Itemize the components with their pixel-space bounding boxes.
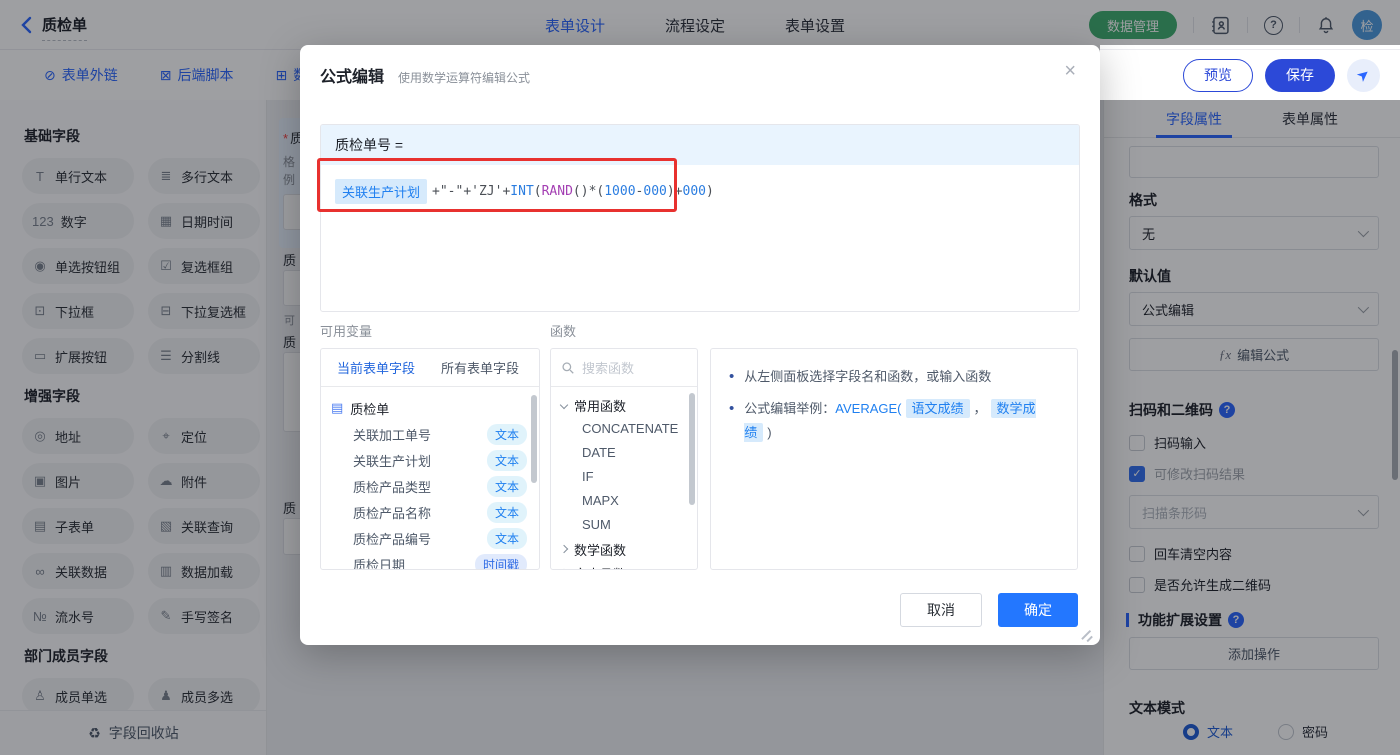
function-group[interactable]: 常用函数 — [559, 393, 691, 417]
variable-name: 关联生产计划 — [353, 453, 432, 469]
caret-icon — [559, 544, 569, 554]
function-group-label: 数学函数 — [574, 542, 627, 558]
formula-token: ()*( — [572, 184, 605, 199]
variables-section-label: 可用变量 — [320, 324, 373, 339]
variable-name: 质检产品编号 — [353, 531, 432, 547]
variables-panel: 当前表单字段 所有表单字段 ▤ 质检单 关联加工单号 文本 关联生产计划 文本 质检产品类型… — [320, 348, 540, 570]
formula-token: - — [635, 184, 644, 199]
hint-field-chip: 语文成绩 — [905, 399, 970, 418]
formula-editor-modal: 公式编辑 使用数学运算符编辑公式 × 质检单号 = 关联生产计划 + "-" + 'ZJ… — [300, 45, 1100, 645]
variable-name: 质检产品名称 — [353, 505, 432, 521]
modal-overlay — [1100, 100, 1400, 755]
variable-item[interactable]: 质检产品名称 文本 — [331, 499, 527, 525]
formula-token: 000 — [643, 184, 667, 199]
function-group-label: 常用函数 — [574, 398, 627, 414]
variable-type-badge: 文本 — [486, 423, 527, 445]
bullet-icon: • — [729, 368, 735, 385]
bullet-icon: • — [729, 400, 735, 417]
variable-tree-root[interactable]: ▤ 质检单 — [331, 395, 527, 421]
app-window: 质检单 表单设计 流程设定 表单设置 数据管理 ? 检 ⊘ 表单外链 ⊠ 后端脚… — [0, 0, 1400, 755]
variable-name: 关联加工单号 — [353, 427, 432, 443]
function-item[interactable]: CONCATENATE — [561, 417, 691, 441]
hint-function-text: AVERAGE( — [835, 401, 902, 416]
cancel-button[interactable]: 取消 — [900, 593, 982, 627]
functions-panel: 搜索函数 常用函数 CONCATENATEDATEIFMAPXSUM 数学函数文本函… — [550, 348, 698, 570]
search-icon — [561, 361, 575, 375]
variable-item[interactable]: 质检产品类型 文本 — [331, 473, 527, 499]
modal-title: 公式编辑 — [320, 69, 385, 86]
formula-expression: 关联生产计划 + "-" + 'ZJ' + INT(RAND ()*(1000-000)+ 00… — [335, 179, 1065, 204]
modal-subtitle: 使用数学运算符编辑公式 — [398, 71, 531, 85]
hint-line: • 从左侧面板选择字段名和函数，或输入函数 — [729, 365, 1059, 389]
hint-text: 公式编辑举例：AVERAGE(语文成绩，数学成绩) — [744, 397, 1059, 445]
formula-token: RAND — [541, 184, 573, 199]
formula-token: "-" — [439, 184, 464, 199]
variable-root-label: 质检单 — [350, 401, 390, 417]
function-item[interactable]: MAPX — [561, 489, 691, 513]
variable-type-badge: 文本 — [486, 475, 527, 497]
formula-token: ( — [533, 184, 542, 199]
variable-type-badge: 文本 — [486, 527, 527, 549]
formula-token: + — [463, 184, 472, 199]
formula-token: ) — [706, 184, 714, 199]
variable-type-badge: 时间戳 — [474, 553, 527, 569]
share-button[interactable]: ➤ — [1347, 58, 1380, 92]
formula-token: + — [502, 184, 511, 199]
function-item[interactable]: SUM — [561, 513, 691, 537]
variable-item[interactable]: 质检日期 时间戳 — [331, 551, 527, 570]
variable-item[interactable]: 关联生产计划 文本 — [331, 447, 527, 473]
hint-example-prefix: 公式编辑举例： — [744, 401, 836, 416]
formula-token: 000 — [682, 184, 706, 199]
search-placeholder: 搜索函数 — [582, 361, 635, 376]
function-search-input[interactable]: 搜索函数 — [551, 349, 697, 387]
hints-panel: • 从左侧面板选择字段名和函数，或输入函数 • 公式编辑举例：AVERAGE(语… — [710, 348, 1078, 570]
preview-button[interactable]: 预览 — [1183, 58, 1253, 92]
share-arrow-icon: ➤ — [1353, 64, 1375, 86]
caret-icon — [559, 400, 569, 410]
modal-overlay — [0, 0, 1400, 45]
hint-comma: ， — [973, 401, 987, 416]
formula-editor-box: 质检单号 = 关联生产计划 + "-" + 'ZJ' + INT(RAND ()*(1000-… — [320, 124, 1080, 312]
resize-handle[interactable] — [1086, 635, 1093, 642]
tab-current-form-fields[interactable]: 当前表单字段 — [337, 358, 415, 377]
formula-input-area[interactable]: 关联生产计划 + "-" + 'ZJ' + INT(RAND ()*(1000-000)+ 00… — [321, 165, 1079, 218]
variable-name: 质检日期 — [353, 557, 406, 570]
close-icon[interactable]: × — [1064, 61, 1076, 81]
variable-item[interactable]: 质检产品编号 文本 — [331, 525, 527, 551]
functions-section-label: 函数 — [550, 324, 577, 339]
variable-item[interactable]: 关联加工单号 文本 — [331, 421, 527, 447]
variable-tree: ▤ 质检单 关联加工单号 文本 关联生产计划 文本 质检产品类型 文本 质检产品名称 文本 质检产品… — [321, 387, 539, 570]
hint-text: 从左侧面板选择字段名和函数，或输入函数 — [744, 369, 992, 384]
tab-all-form-fields[interactable]: 所有表单字段 — [441, 358, 519, 377]
function-group-label: 文本函数 — [574, 564, 626, 570]
formula-field-chip[interactable]: 关联生产计划 — [335, 179, 428, 204]
form-doc-icon: ▤ — [331, 400, 344, 415]
confirm-button[interactable]: 确定 — [998, 593, 1078, 627]
variables-scrollbar[interactable] — [531, 395, 537, 483]
formula-token: 1000 — [604, 184, 636, 199]
formula-token: 'ZJ' — [471, 184, 503, 199]
function-item[interactable]: DATE — [561, 441, 691, 465]
variable-type-badge: 文本 — [486, 501, 527, 523]
variable-type-badge: 文本 — [486, 449, 527, 471]
formula-token: INT — [510, 184, 534, 199]
hint-line: • 公式编辑举例：AVERAGE(语文成绩，数学成绩) — [729, 397, 1059, 445]
function-item[interactable]: IF — [561, 465, 691, 489]
caret-icon — [559, 568, 569, 569]
variable-name: 质检产品类型 — [353, 479, 432, 495]
function-tree: 常用函数 CONCATENATEDATEIFMAPXSUM 数学函数文本函数 — [551, 387, 697, 570]
formula-token: )+ — [666, 184, 683, 199]
functions-scrollbar[interactable] — [689, 393, 695, 505]
function-group[interactable]: 文本函数 — [559, 561, 691, 570]
formula-target-field: 质检单号 = — [321, 125, 1079, 165]
function-group[interactable]: 数学函数 — [559, 537, 691, 561]
hint-close-paren: ) — [767, 425, 772, 440]
save-button[interactable]: 保存 — [1265, 58, 1335, 92]
formula-token: + — [432, 184, 440, 199]
